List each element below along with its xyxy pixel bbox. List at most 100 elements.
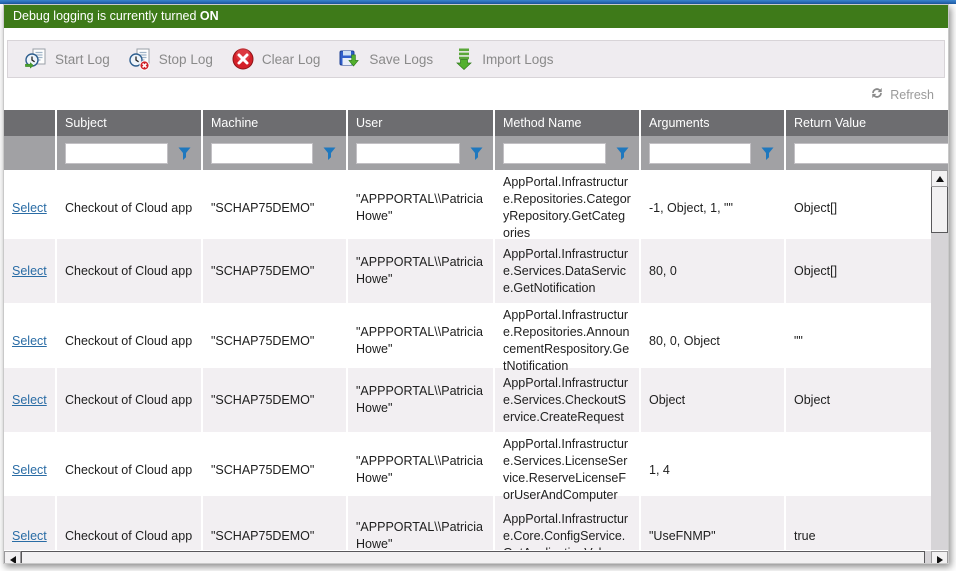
import-logs-label: Import Logs — [482, 52, 553, 67]
start-log-icon — [24, 47, 48, 71]
select-link[interactable]: Select — [12, 462, 47, 479]
clear-log-label: Clear Log — [262, 52, 321, 67]
stop-log-button[interactable]: Stop Log — [122, 43, 225, 75]
method-cell: AppPortal.Infrastructure.Repositories.Ca… — [495, 170, 641, 246]
header-method-name[interactable]: Method Name — [495, 110, 641, 136]
scroll-up-button[interactable] — [931, 170, 948, 187]
refresh-label[interactable]: Refresh — [890, 88, 934, 102]
method-cell: AppPortal.Infrastructure.Core.ConfigServ… — [495, 496, 641, 550]
grid-filter-row — [4, 136, 948, 170]
table-row: Select Checkout of Cloud app "SCHAP75DEM… — [4, 170, 931, 239]
machine-cell: "SCHAP75DEMO" — [203, 496, 348, 550]
return-value-cell: Object[] — [786, 170, 931, 246]
banner-text: Debug logging is currently turned — [13, 9, 200, 23]
filter-funnel-icon[interactable] — [323, 147, 336, 160]
header-subject[interactable]: Subject — [57, 110, 203, 136]
debug-log-grid: Subject Machine User Method Name Argumen… — [4, 110, 948, 564]
scroll-left-button[interactable] — [4, 551, 21, 564]
clear-log-icon — [231, 47, 255, 71]
scroll-right-button[interactable] — [931, 551, 948, 564]
header-select — [4, 110, 57, 136]
header-return-value[interactable]: Return Value — [786, 110, 948, 136]
table-row: Select Checkout of Cloud app "SCHAP75DEM… — [4, 368, 931, 432]
machine-cell: "SCHAP75DEMO" — [203, 368, 348, 432]
filter-funnel-icon[interactable] — [470, 147, 483, 160]
filter-input-subject[interactable] — [65, 143, 168, 164]
return-value-cell: true — [786, 496, 931, 550]
stop-log-label: Stop Log — [159, 52, 213, 67]
machine-cell: "SCHAP75DEMO" — [203, 239, 348, 303]
filter-funnel-icon[interactable] — [178, 147, 191, 160]
import-logs-icon — [451, 47, 475, 71]
arguments-cell: -1, Object, 1, "" — [641, 170, 786, 246]
refresh-icon[interactable] — [870, 86, 884, 105]
table-row: Select Checkout of Cloud app "SCHAP75DEM… — [4, 432, 931, 496]
horizontal-scroll-thumb[interactable] — [21, 551, 925, 564]
start-log-label: Start Log — [55, 52, 110, 67]
save-logs-label: Save Logs — [369, 52, 433, 67]
row-select-cell: Select — [4, 170, 57, 246]
log-toolbar: Start Log Stop Log Clear Log — [7, 40, 945, 78]
filter-cell-user — [348, 136, 495, 170]
horizontal-scrollbar[interactable] — [4, 551, 948, 564]
table-row: Select Checkout of Cloud app "SCHAP75DEM… — [4, 496, 931, 550]
select-link[interactable]: Select — [12, 392, 47, 409]
machine-cell: "SCHAP75DEMO" — [203, 170, 348, 246]
arguments-cell: Object — [641, 368, 786, 432]
method-cell: AppPortal.Infrastructure.Services.DataSe… — [495, 239, 641, 303]
filter-funnel-icon[interactable] — [761, 147, 774, 160]
filter-cell-return-value — [786, 136, 949, 170]
stop-log-icon — [128, 47, 152, 71]
filter-cell-machine — [203, 136, 348, 170]
filter-cell-method-name — [495, 136, 641, 170]
save-logs-icon — [338, 47, 362, 71]
user-cell: "APPPORTAL\\PatriciaHowe" — [348, 239, 495, 303]
filter-funnel-icon[interactable] — [616, 147, 629, 160]
debug-log-window: Debug logging is currently turned ON Sta… — [3, 4, 949, 564]
arrow-right-icon — [937, 556, 943, 564]
filter-input-arguments[interactable] — [649, 143, 751, 164]
import-logs-button[interactable]: Import Logs — [445, 43, 565, 75]
subject-cell: Checkout of Cloud app — [57, 170, 203, 246]
save-logs-button[interactable]: Save Logs — [332, 43, 445, 75]
return-value-cell: Object — [786, 368, 931, 432]
user-cell: "APPPORTAL\\PatriciaHowe" — [348, 368, 495, 432]
select-link[interactable]: Select — [12, 333, 47, 350]
filter-input-method-name[interactable] — [503, 143, 606, 164]
vertical-scrollbar[interactable] — [931, 170, 948, 550]
filter-input-machine[interactable] — [211, 143, 313, 164]
vertical-scroll-thumb[interactable] — [931, 187, 948, 233]
debug-status-banner: Debug logging is currently turned ON — [4, 5, 948, 28]
user-cell: "APPPORTAL\\PatriciaHowe" — [348, 496, 495, 550]
row-select-cell: Select — [4, 239, 57, 303]
arguments-cell: 80, 0 — [641, 239, 786, 303]
header-arguments[interactable]: Arguments — [641, 110, 786, 136]
filter-input-user[interactable] — [356, 143, 460, 164]
header-machine[interactable]: Machine — [203, 110, 348, 136]
table-row: Select Checkout of Cloud app "SCHAP75DEM… — [4, 303, 931, 368]
filter-input-return-value[interactable] — [794, 143, 949, 164]
arguments-cell: "UseFNMP" — [641, 496, 786, 550]
subject-cell: Checkout of Cloud app — [57, 239, 203, 303]
filter-cell-subject — [57, 136, 203, 170]
clear-log-button[interactable]: Clear Log — [225, 43, 333, 75]
header-user[interactable]: User — [348, 110, 495, 136]
arrow-left-icon — [10, 556, 16, 564]
filter-cell-arguments — [641, 136, 786, 170]
row-select-cell: Select — [4, 496, 57, 550]
select-link[interactable]: Select — [12, 528, 47, 545]
method-cell: AppPortal.Infrastructure.Services.Checko… — [495, 368, 641, 432]
subject-cell: Checkout of Cloud app — [57, 368, 203, 432]
return-value-cell: Object[] — [786, 239, 931, 303]
arrow-up-icon — [936, 176, 944, 182]
start-log-button[interactable]: Start Log — [18, 43, 122, 75]
refresh-row: Refresh — [4, 86, 934, 104]
select-link[interactable]: Select — [12, 200, 47, 217]
subject-cell: Checkout of Cloud app — [57, 496, 203, 550]
select-link[interactable]: Select — [12, 263, 47, 280]
filter-cell-select — [4, 136, 57, 170]
grid-body: Select Checkout of Cloud app "SCHAP75DEM… — [4, 170, 948, 550]
table-row: Select Checkout of Cloud app "SCHAP75DEM… — [4, 239, 931, 303]
banner-state: ON — [200, 9, 219, 23]
row-select-cell: Select — [4, 368, 57, 432]
